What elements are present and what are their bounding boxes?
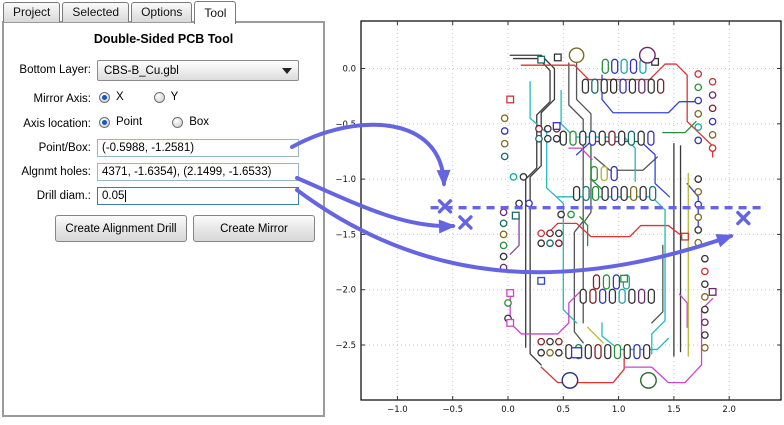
bottom-layer-select[interactable]: CBS-B_Cu.gbl [97,60,299,81]
tab-project[interactable]: Project [3,2,60,22]
mirror-axis-label: Mirror Axis: [4,93,91,105]
bottom-layer-value: CBS-B_Cu.gbl [104,65,282,77]
alignment-holes-label: Algnmt holes: [4,166,91,178]
x-tick-label: 2.0 [722,405,736,415]
create-alignment-drill-button[interactable]: Create Alignment Drill [55,215,187,242]
drill-diameter-label: Drill diam.: [4,190,91,202]
create-mirror-button[interactable]: Create Mirror [193,215,315,242]
pcb-artwork [500,47,716,388]
y-tick-label: −1.0 [335,175,356,185]
x-tick-label: 0.0 [501,405,515,415]
mirror-axis-radiogroup: X Y [99,91,178,103]
mirror-axis-x-radio[interactable] [99,92,110,103]
axis-location-point-radio[interactable] [99,117,110,128]
point-box-value: (-0.5988, -1.2581) [102,142,194,154]
x-tick-label: −1.0 [387,405,408,415]
chevron-down-icon [282,68,292,74]
bottom-layer-label: Bottom Layer: [4,64,91,76]
annotation-arrow-3 [297,190,731,272]
x-tick-label: −0.5 [442,405,463,415]
axis-location-box-label: Box [189,116,209,128]
point-box-label: Point/Box: [4,142,91,154]
arrowhead-icon [437,170,451,187]
x-tick-label: 0.5 [557,405,571,415]
page-title: Double-Sided PCB Tool [4,32,323,46]
axis-location-box-radio[interactable] [172,117,183,128]
tab-selected[interactable]: Selected [62,2,129,22]
y-tick-label: −2.5 [335,341,356,351]
tab-bar: Project Selected Options Tool [3,1,238,22]
x-tick-label: 1.5 [667,405,681,415]
point-box-input[interactable]: (-0.5988, -1.2581) [97,139,299,157]
x-marker-mirror-point [439,201,450,212]
drill-diameter-value: 0.05 [102,190,124,202]
arrowhead-icon [439,219,457,234]
alignment-holes-input[interactable]: 4371, -1.6354), (2.1499, -1.6533) [97,163,299,181]
mirror-axis-y-label: Y [171,91,179,103]
y-tick-label: −2.0 [335,286,356,296]
arrowhead-icon [715,228,736,247]
x-marker-alignment-hole-2 [738,213,749,224]
y-tick-label: −1.5 [335,230,356,240]
x-tick-label: 1.0 [612,405,626,415]
text-caret [125,190,126,202]
tool-panel: Double-Sided PCB Tool Bottom Layer: CBS-… [2,21,325,417]
axis-location-radiogroup: Point Box [99,116,209,128]
mirror-axis-x-label: X [116,91,124,103]
x-marker-alignment-hole-1 [460,217,471,228]
tab-tool[interactable]: Tool [194,1,236,24]
y-tick-label: 0.0 [342,65,356,75]
axis-location-point-label: Point [116,116,142,128]
drill-diameter-input[interactable]: 0.05 [97,187,299,205]
mirror-axis-y-radio[interactable] [154,92,165,103]
alignment-holes-value: 4371, -1.6354), (2.1499, -1.6533) [102,166,271,178]
axis-location-label: Axis location: [4,118,91,130]
tab-options[interactable]: Options [131,2,192,22]
y-tick-label: −0.5 [335,120,356,130]
